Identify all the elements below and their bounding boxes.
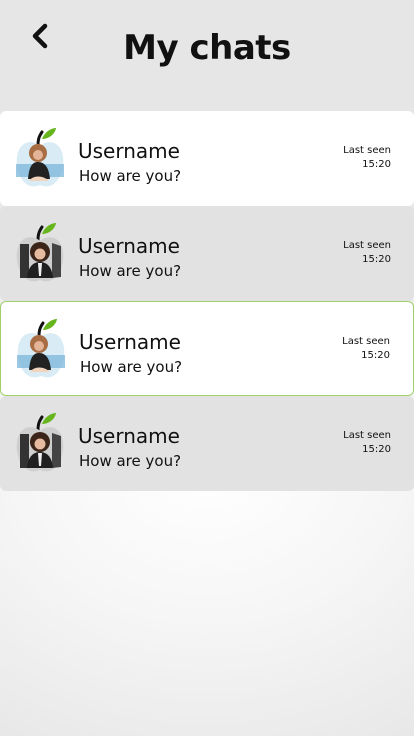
chat-last-seen: Last seen 15:20: [343, 239, 391, 267]
last-seen-label: Last seen: [343, 430, 391, 441]
chat-list-item[interactable]: Username How are you? Last seen 15:20: [0, 301, 414, 396]
chat-last-seen: Last seen 15:20: [343, 144, 391, 172]
chat-list-item[interactable]: Username How are you? Last seen 15:20: [0, 206, 414, 301]
chat-last-seen: Last seen 15:20: [343, 429, 391, 457]
last-seen-label: Last seen: [343, 240, 391, 251]
chat-message-preview: How are you?: [79, 167, 182, 185]
apple-avatar-icon: [16, 128, 64, 187]
avatar: [15, 318, 67, 380]
last-seen-time: 15:20: [361, 350, 390, 361]
avatar: [14, 127, 66, 189]
last-seen-time: 15:20: [362, 254, 391, 265]
chat-message-preview: How are you?: [79, 452, 182, 470]
chat-message-preview: How are you?: [79, 262, 182, 280]
last-seen-label: Last seen: [343, 145, 391, 156]
chat-username: Username: [79, 330, 181, 354]
chat-list-item[interactable]: Username How are you? Last seen 15:20: [0, 111, 414, 206]
last-seen-label: Last seen: [342, 336, 390, 347]
chat-username: Username: [78, 234, 180, 258]
avatar: [14, 222, 66, 284]
header: My chats: [0, 0, 414, 100]
chat-list: Username How are you? Last seen 15:20 Us…: [0, 111, 414, 491]
chat-last-seen: Last seen 15:20: [342, 335, 390, 363]
apple-avatar-icon: [17, 319, 65, 378]
avatar: [14, 412, 66, 474]
apple-avatar-icon: [16, 413, 64, 472]
chat-list-item[interactable]: Username How are you? Last seen 15:20: [0, 396, 414, 491]
page-title: My chats: [123, 28, 291, 68]
last-seen-time: 15:20: [362, 444, 391, 455]
chat-username: Username: [78, 139, 180, 163]
last-seen-time: 15:20: [362, 159, 391, 170]
chat-message-preview: How are you?: [80, 358, 183, 376]
chat-username: Username: [78, 424, 180, 448]
apple-avatar-icon: [16, 223, 64, 282]
